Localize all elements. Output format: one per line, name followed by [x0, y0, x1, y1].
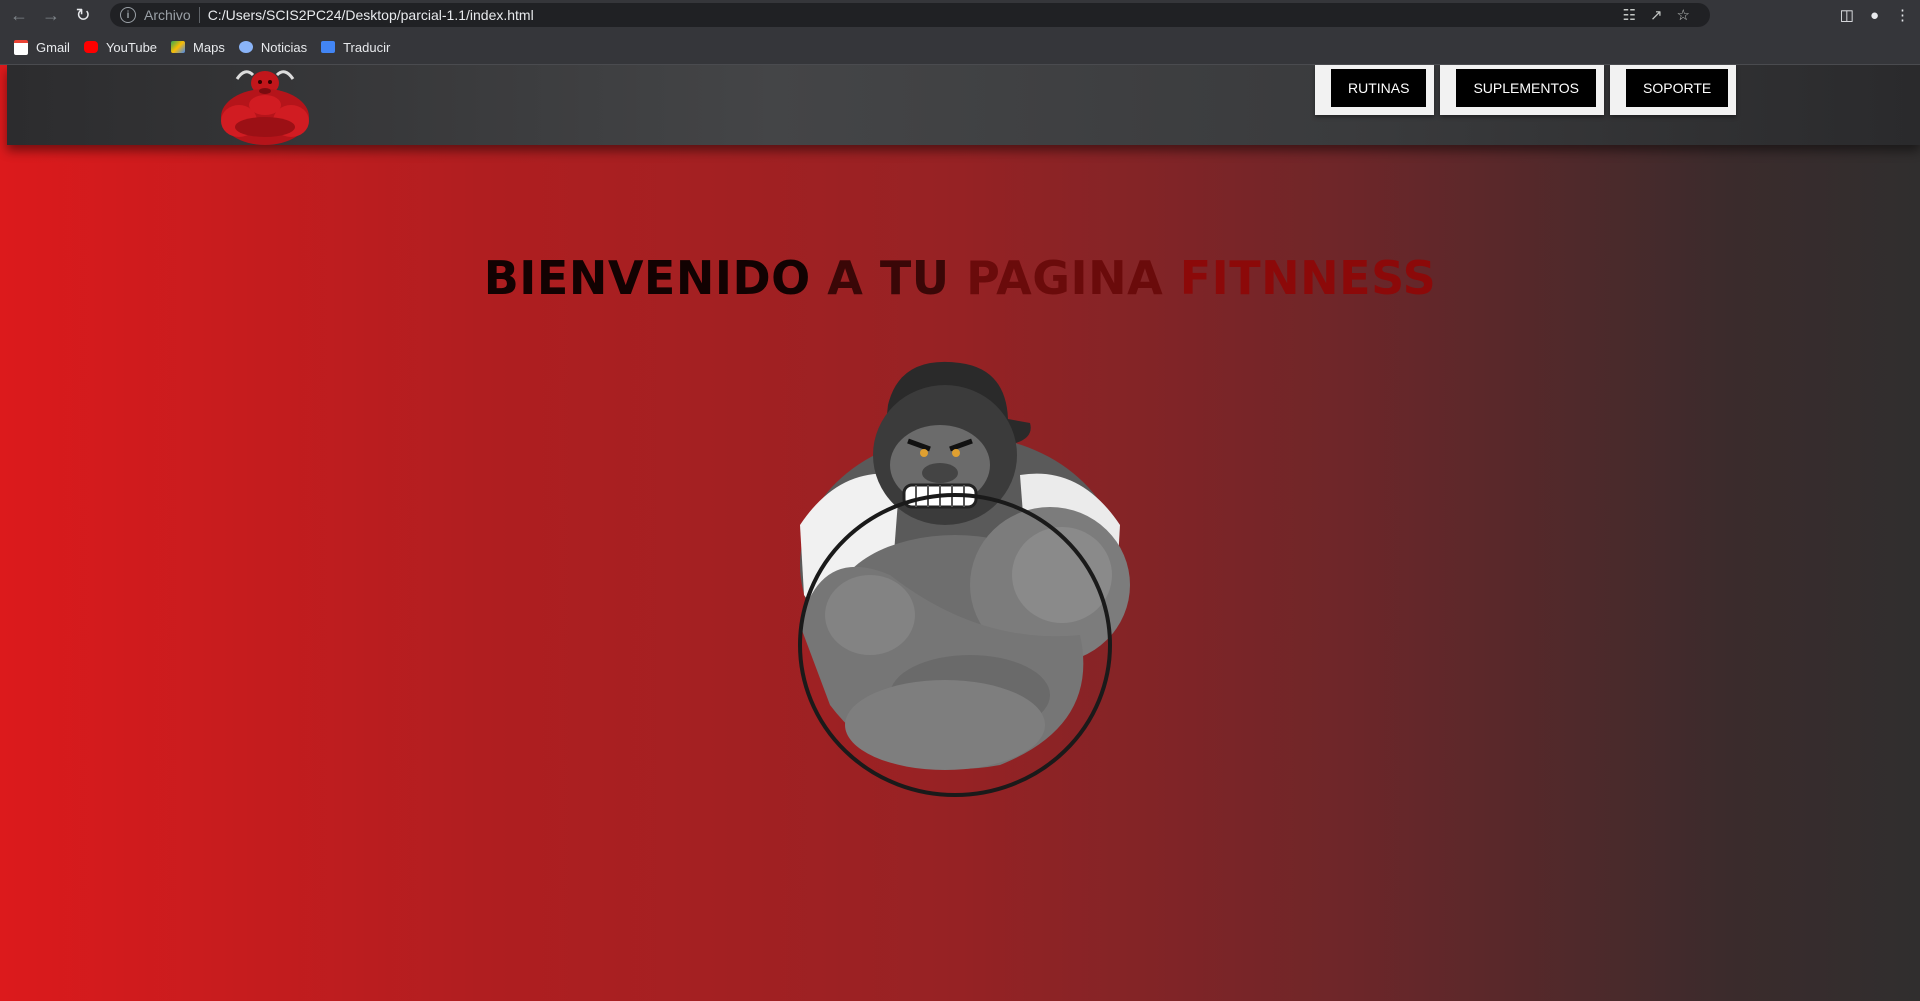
site-header: RUTINAS SUPLEMENTOS SOPORTE	[7, 65, 1920, 145]
bookmark-maps[interactable]: Maps	[171, 40, 225, 55]
scheme-label: Archivo	[144, 7, 191, 23]
maps-icon	[171, 41, 186, 53]
info-icon[interactable]: i	[120, 7, 136, 23]
translate-icon	[321, 41, 336, 53]
url-text[interactable]: C:/Users/SCIS2PC24/Desktop/parcial-1.1/i…	[208, 7, 534, 23]
side-panel-icon[interactable]: ◫	[1840, 6, 1854, 24]
soporte-button[interactable]: SOPORTE	[1626, 69, 1729, 107]
omnibox-divider	[198, 7, 200, 23]
page-background: RUTINAS SUPLEMENTOS SOPORTE BIENVENIDO A…	[0, 65, 1920, 1001]
title-part-1: BIENVENIDO	[483, 250, 811, 305]
translate-page-icon[interactable]: ☷	[1623, 6, 1636, 24]
youtube-icon	[83, 41, 98, 53]
gorilla-mascot-image	[798, 361, 1130, 797]
profile-icon[interactable]: ●	[1870, 7, 1879, 24]
share-icon[interactable]: ↗	[1650, 6, 1663, 24]
browser-toolbar: ← → ↻ i Archivo C:/Users/SCIS2PC24/Deskt…	[0, 0, 1920, 30]
bookmark-traducir[interactable]: Traducir	[321, 40, 390, 55]
menu-kebab-icon[interactable]: ⋮	[1895, 6, 1910, 24]
bookmark-gmail[interactable]: Gmail	[14, 39, 70, 55]
main-nav: RUTINAS SUPLEMENTOS SOPORTE	[1315, 65, 1737, 115]
rutinas-button[interactable]: RUTINAS	[1331, 69, 1427, 107]
bull-logo-icon[interactable]	[217, 65, 313, 147]
nav-item-suplementos: SUPLEMENTOS	[1440, 65, 1604, 115]
suplementos-button[interactable]: SUPLEMENTOS	[1456, 69, 1596, 107]
bookmark-youtube[interactable]: YouTube	[83, 40, 157, 55]
bookmark-noticias[interactable]: Noticias	[238, 40, 307, 55]
address-bar[interactable]: i Archivo C:/Users/SCIS2PC24/Desktop/par…	[110, 3, 1710, 27]
bookmarks-bar: Gmail YouTube Maps Noticias Traducir	[0, 30, 1920, 65]
title-part-3: PAGINA	[966, 250, 1164, 305]
back-arrow-icon[interactable]: ←	[6, 2, 32, 28]
reload-icon[interactable]: ↻	[70, 2, 96, 28]
news-icon	[238, 41, 253, 53]
page-title: BIENVENIDO A TU PAGINA FITNNESS	[0, 251, 1920, 305]
title-part-2: A TU	[827, 250, 950, 305]
bookmark-star-icon[interactable]: ☆	[1677, 6, 1690, 24]
nav-item-rutinas: RUTINAS	[1315, 65, 1435, 115]
nav-item-soporte: SOPORTE	[1610, 65, 1737, 115]
forward-arrow-icon[interactable]: →	[38, 2, 64, 28]
title-part-4: FITNNESS	[1179, 250, 1437, 305]
gmail-icon	[14, 39, 28, 55]
